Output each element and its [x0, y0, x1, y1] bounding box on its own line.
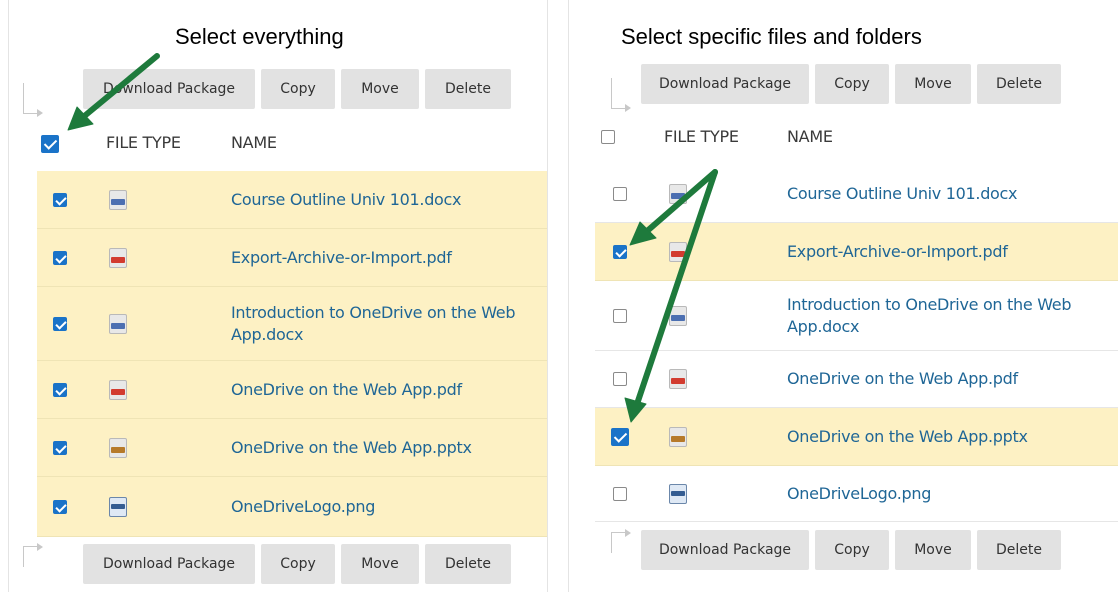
- file-name-link[interactable]: Export-Archive-or-Import.pdf: [231, 247, 452, 269]
- download-package-button[interactable]: Download Package: [83, 69, 255, 109]
- delete-button[interactable]: Delete: [425, 69, 511, 109]
- select-all-checkbox[interactable]: [41, 135, 59, 153]
- row-checkbox[interactable]: [613, 372, 627, 386]
- file-name-link[interactable]: OneDrive on the Web App.pdf: [231, 379, 462, 401]
- file-name-link[interactable]: Course Outline Univ 101.docx: [231, 189, 462, 211]
- file-name-link[interactable]: Export-Archive-or-Import.pdf: [787, 241, 1008, 263]
- pptx-file-icon: [109, 438, 127, 458]
- tree-connector-icon: [23, 543, 43, 567]
- table-row[interactable]: Introduction to OneDrive on the Web App.…: [595, 281, 1118, 351]
- download-package-button[interactable]: Download Package: [641, 64, 809, 104]
- file-name-link[interactable]: OneDriveLogo.png: [231, 496, 375, 518]
- copy-button[interactable]: Copy: [815, 64, 889, 104]
- file-name-line-1: Introduction to OneDrive on the Web: [787, 295, 1072, 314]
- name-column-header: NAME: [787, 127, 833, 146]
- docx-file-icon: [669, 306, 687, 326]
- row-checkbox[interactable]: [611, 428, 629, 446]
- row-checkbox[interactable]: [53, 317, 67, 331]
- row-checkbox[interactable]: [53, 500, 67, 514]
- move-button[interactable]: Move: [341, 544, 419, 584]
- bottom-toolbar: Download Package Copy Move Delete: [569, 529, 1118, 574]
- table-row[interactable]: OneDrive on the Web App.pdf: [37, 361, 547, 419]
- file-name-line-2: App.docx: [231, 325, 304, 344]
- row-checkbox[interactable]: [53, 251, 67, 265]
- download-package-button[interactable]: Download Package: [641, 530, 809, 570]
- tree-connector-icon: [23, 83, 43, 117]
- move-button[interactable]: Move: [341, 69, 419, 109]
- delete-button[interactable]: Delete: [977, 530, 1061, 570]
- table-row[interactable]: OneDrive on the Web App.pdf: [595, 351, 1118, 408]
- select-all-checkbox[interactable]: [601, 130, 615, 144]
- png-image-icon: [669, 484, 687, 504]
- docx-file-icon: [669, 184, 687, 204]
- table-row[interactable]: Export-Archive-or-Import.pdf: [595, 223, 1118, 281]
- copy-button[interactable]: Copy: [261, 544, 335, 584]
- pdf-file-icon: [669, 369, 687, 389]
- table-row[interactable]: Course Outline Univ 101.docx: [595, 165, 1118, 223]
- caption-select-specific: Select specific files and folders: [621, 24, 922, 49]
- file-name-line-1: Introduction to OneDrive on the Web: [231, 303, 516, 322]
- top-toolbar: Download Package Copy Move Delete: [569, 64, 1118, 112]
- delete-button[interactable]: Delete: [425, 544, 511, 584]
- table-row[interactable]: Export-Archive-or-Import.pdf: [37, 229, 547, 287]
- move-button[interactable]: Move: [895, 64, 971, 104]
- file-name-link[interactable]: OneDrive on the Web App.pptx: [231, 437, 472, 459]
- row-checkbox[interactable]: [613, 487, 627, 501]
- table-header: FILE TYPE NAME: [569, 117, 1118, 157]
- file-name-link[interactable]: OneDrive on the Web App.pdf: [787, 368, 1018, 390]
- png-image-icon: [109, 497, 127, 517]
- row-checkbox[interactable]: [613, 187, 627, 201]
- file-name-line-2: App.docx: [787, 317, 860, 336]
- table-row[interactable]: OneDrive on the Web App.pptx: [37, 419, 547, 477]
- table-row[interactable]: Course Outline Univ 101.docx: [37, 171, 547, 229]
- pdf-file-icon: [109, 248, 127, 268]
- table-header: FILE TYPE NAME: [9, 123, 547, 163]
- file-name-link[interactable]: Introduction to OneDrive on the Web App.…: [231, 302, 516, 346]
- delete-button[interactable]: Delete: [977, 64, 1061, 104]
- pdf-file-icon: [669, 242, 687, 262]
- pdf-file-icon: [109, 380, 127, 400]
- tree-connector-icon: [611, 78, 631, 112]
- file-name-link[interactable]: OneDrive on the Web App.pptx: [787, 426, 1028, 448]
- table-row[interactable]: OneDriveLogo.png: [595, 466, 1118, 522]
- docx-file-icon: [109, 314, 127, 334]
- table-row[interactable]: OneDrive on the Web App.pptx: [595, 408, 1118, 466]
- file-name-link[interactable]: Introduction to OneDrive on the Web App.…: [787, 294, 1072, 338]
- move-button[interactable]: Move: [895, 530, 971, 570]
- file-type-column-header: FILE TYPE: [106, 133, 181, 152]
- file-list-panel-select-all: Select everything Download Package Copy …: [8, 0, 548, 592]
- file-name-link[interactable]: OneDriveLogo.png: [787, 483, 931, 505]
- copy-button[interactable]: Copy: [261, 69, 335, 109]
- row-checkbox[interactable]: [53, 383, 67, 397]
- tree-connector-icon: [611, 529, 631, 553]
- bottom-toolbar: Download Package Copy Move Delete: [9, 543, 547, 588]
- row-checkbox[interactable]: [613, 245, 627, 259]
- pptx-file-icon: [669, 427, 687, 447]
- name-column-header: NAME: [231, 133, 277, 152]
- download-package-button[interactable]: Download Package: [83, 544, 255, 584]
- caption-select-everything: Select everything: [175, 24, 344, 49]
- file-list-panel-select-specific: Select specific files and folders Downlo…: [568, 0, 1118, 592]
- table-row[interactable]: Introduction to OneDrive on the Web App.…: [37, 287, 547, 361]
- copy-button[interactable]: Copy: [815, 530, 889, 570]
- table-row[interactable]: OneDriveLogo.png: [37, 477, 547, 537]
- top-toolbar: Download Package Copy Move Delete: [9, 69, 547, 117]
- row-checkbox[interactable]: [53, 441, 67, 455]
- row-checkbox[interactable]: [613, 309, 627, 323]
- row-checkbox[interactable]: [53, 193, 67, 207]
- docx-file-icon: [109, 190, 127, 210]
- file-name-link[interactable]: Course Outline Univ 101.docx: [787, 183, 1018, 205]
- file-type-column-header: FILE TYPE: [664, 127, 739, 146]
